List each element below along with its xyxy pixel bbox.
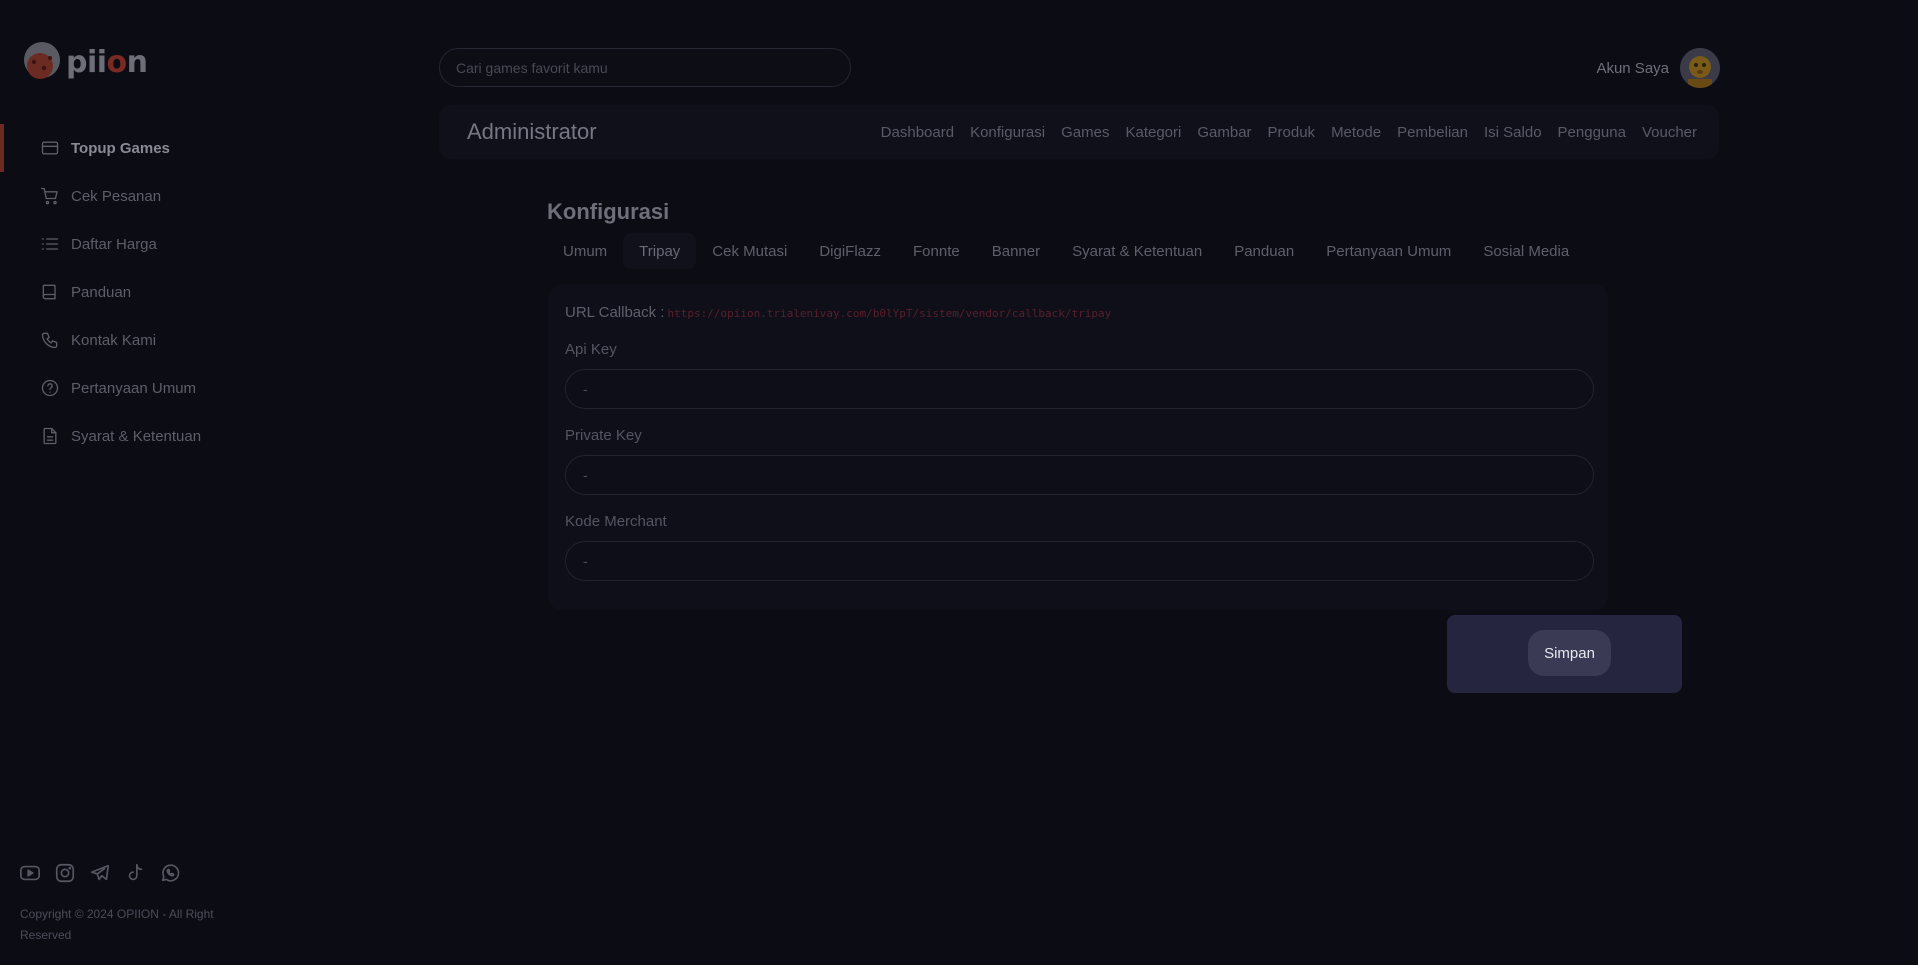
callback-url: https://opiion.trialenivay.com/b0lYpT/si… [667, 307, 1112, 320]
youtube-icon[interactable] [19, 862, 43, 886]
tab-fonnte[interactable]: Fonnte [897, 233, 976, 269]
sidebar-item-label: Kontak Kami [71, 331, 157, 349]
sidebar-item-syarat-ketentuan[interactable]: Syarat & Ketentuan [0, 412, 330, 460]
tab-digiflazz[interactable]: DigiFlazz [803, 233, 897, 269]
tripay-config-card: URL Callback : https://opiion.trialeniva… [548, 284, 1608, 610]
admin-nav-metode[interactable]: Metode [1331, 124, 1381, 141]
list-icon [40, 234, 60, 254]
admin-nav-produk[interactable]: Produk [1268, 124, 1316, 141]
telegram-icon[interactable] [89, 862, 113, 886]
api-key-input[interactable] [565, 369, 1594, 409]
page-title: Konfigurasi [547, 199, 670, 224]
question-circle-icon [40, 378, 60, 398]
callback-label: URL Callback : [565, 304, 665, 321]
admin-nav-voucher[interactable]: Voucher [1642, 124, 1697, 141]
tab-banner[interactable]: Banner [976, 233, 1056, 269]
sidebar-item-topup-games[interactable]: Topup Games [0, 124, 330, 172]
admin-nav-kategori[interactable]: Kategori [1125, 124, 1181, 141]
sidebar-item-label: Daftar Harga [71, 235, 157, 253]
sidebar-item-label: Cek Pesanan [71, 187, 162, 205]
book-icon [40, 282, 60, 302]
private-key-input[interactable] [565, 455, 1594, 495]
sidebar-item-cek-pesanan[interactable]: Cek Pesanan [0, 172, 330, 220]
config-tabs: Umum Tripay Cek Mutasi DigiFlazz Fonnte … [547, 233, 1585, 269]
logo[interactable]: piion [20, 40, 148, 84]
social-links [19, 862, 194, 886]
tiktok-icon[interactable] [124, 862, 148, 886]
admin-nav-isi-saldo[interactable]: Isi Saldo [1484, 124, 1542, 141]
copyright-text: Copyright © 2024 OPIION - All Right Rese… [20, 907, 214, 942]
card-icon [40, 138, 60, 158]
tab-panduan[interactable]: Panduan [1218, 233, 1310, 269]
merchant-code-input[interactable] [565, 541, 1594, 581]
admin-nav: Dashboard Konfigurasi Games Kategori Gam… [865, 124, 1697, 141]
instagram-icon[interactable] [54, 862, 78, 886]
admin-nav-gambar[interactable]: Gambar [1197, 124, 1251, 141]
tab-umum[interactable]: Umum [547, 233, 623, 269]
api-key-label: Api Key [565, 341, 617, 358]
admin-nav-pengguna[interactable]: Pengguna [1558, 124, 1626, 141]
admin-nav-konfigurasi[interactable]: Konfigurasi [970, 124, 1045, 141]
sidebar-item-label: Syarat & Ketentuan [71, 427, 202, 445]
sidebar-item-pertanyaan-umum[interactable]: Pertanyaan Umum [0, 364, 330, 412]
private-key-label: Private Key [565, 427, 642, 444]
phone-icon [40, 330, 60, 350]
tab-sosial-media[interactable]: Sosial Media [1467, 233, 1585, 269]
callback-row: URL Callback : https://opiion.trialeniva… [565, 304, 1111, 321]
admin-nav-games[interactable]: Games [1061, 124, 1109, 141]
sidebar-item-label: Topup Games [71, 139, 170, 157]
avatar[interactable] [1680, 48, 1720, 88]
sidebar-item-daftar-harga[interactable]: Daftar Harga [0, 220, 330, 268]
cart-icon [40, 186, 60, 206]
sidebar-item-label: Pertanyaan Umum [71, 379, 197, 397]
document-icon [40, 426, 60, 446]
sidebar-item-kontak-kami[interactable]: Kontak Kami [0, 316, 330, 364]
account-menu[interactable]: Akun Saya [1596, 48, 1720, 88]
tab-syarat-ketentuan[interactable]: Syarat & Ketentuan [1056, 233, 1218, 269]
logo-text: piion [66, 44, 148, 80]
sidebar: piion Topup Games Cek Pesanan Daftar Har… [0, 0, 330, 965]
tab-cek-mutasi[interactable]: Cek Mutasi [696, 233, 803, 269]
admin-title: Administrator [467, 119, 597, 144]
sidebar-nav: Topup Games Cek Pesanan Daftar Harga Pan… [0, 124, 330, 460]
merchant-code-label: Kode Merchant [565, 513, 667, 530]
logo-mark [20, 40, 64, 84]
account-label: Akun Saya [1596, 59, 1669, 77]
admin-nav-dashboard[interactable]: Dashboard [881, 124, 954, 141]
search-input[interactable] [439, 48, 851, 87]
admin-nav-pembelian[interactable]: Pembelian [1397, 124, 1468, 141]
whatsapp-icon[interactable] [159, 862, 183, 886]
tab-pertanyaan-umum[interactable]: Pertanyaan Umum [1310, 233, 1467, 269]
save-button[interactable]: Simpan [1528, 630, 1611, 676]
sidebar-item-label: Panduan [71, 283, 132, 301]
save-panel: Simpan [1447, 615, 1682, 693]
admin-bar: Administrator Dashboard Konfigurasi Game… [439, 105, 1719, 159]
sidebar-item-panduan[interactable]: Panduan [0, 268, 330, 316]
tab-tripay[interactable]: Tripay [623, 233, 697, 269]
